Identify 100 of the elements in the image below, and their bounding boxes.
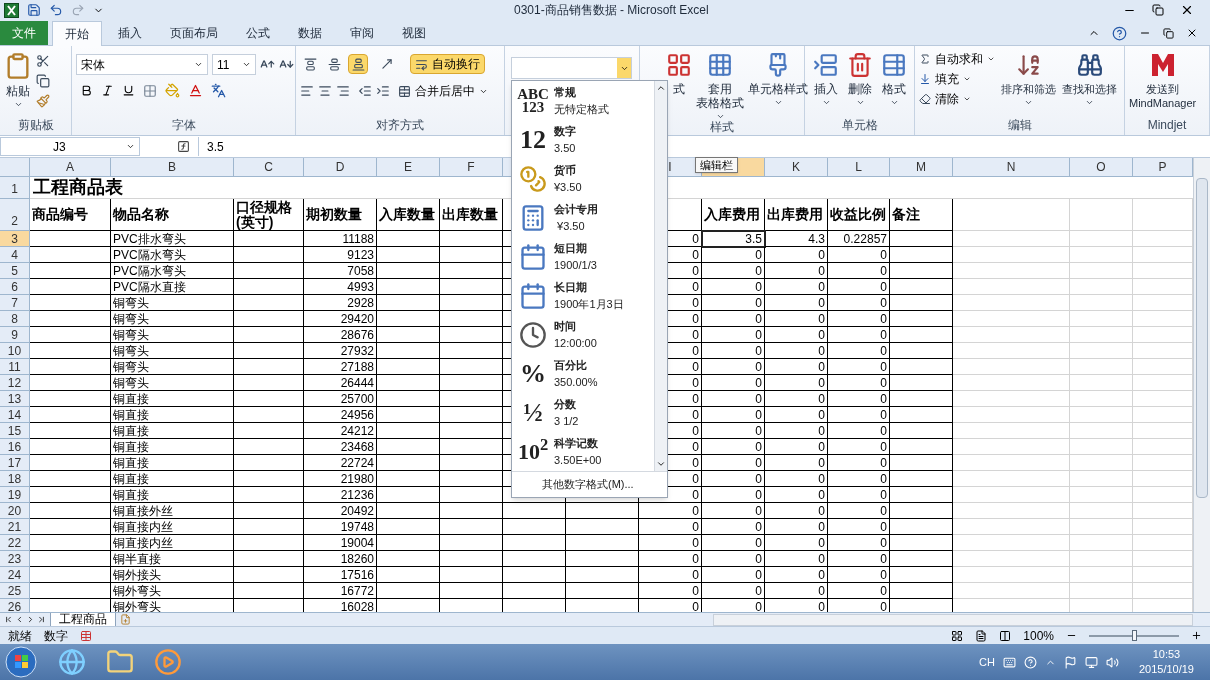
table-cell: 0 (639, 519, 702, 535)
table-cell: 28676 (304, 327, 377, 343)
table-cell: 铜弯头 (111, 327, 234, 343)
table-cell: 17516 (304, 567, 377, 583)
table-cell: 0 (702, 519, 765, 535)
table-cell: 铜弯头 (111, 359, 234, 375)
table-cell: 铜直接 (111, 471, 234, 487)
table-cell: PVC隔水直接 (111, 279, 234, 295)
header-cell: 出库费用 (765, 199, 828, 231)
table-cell: 铜直接内丝 (111, 519, 234, 535)
table-cell: 0 (765, 247, 828, 263)
format-sample: 1900年1月3日 (554, 296, 624, 312)
table-cell: 0 (828, 327, 890, 343)
table-cell: 铜直接 (111, 391, 234, 407)
table-cell: 0 (702, 423, 765, 439)
table-cell: 铜直接 (111, 407, 234, 423)
table-cell: 铜半直接 (111, 551, 234, 567)
table-cell: 铜弯头 (111, 311, 234, 327)
group-label: 剪贴板 (17, 119, 54, 131)
group-label: Mindjet (1147, 119, 1187, 131)
table-cell: 16772 (304, 583, 377, 599)
table-cell: 0 (702, 487, 765, 503)
table-cell: 21980 (304, 471, 377, 487)
format-name: 长日期 (554, 279, 588, 295)
group-label: 字体 (171, 119, 196, 131)
header-cell: 商品编号 (30, 199, 111, 231)
table-cell: 0 (765, 423, 828, 439)
table-cell: 0 (702, 375, 765, 391)
table-cell: 0 (828, 535, 890, 551)
table-cell: 0 (702, 535, 765, 551)
table-cell: 23468 (304, 439, 377, 455)
table-cell: 0 (765, 471, 828, 487)
table-cell: 19004 (304, 535, 377, 551)
format-sample: ¥3.50 (554, 179, 582, 195)
table-cell: 0 (765, 551, 828, 567)
format-sample: 无特定格式 (554, 101, 609, 117)
table-cell: 24956 (304, 407, 377, 423)
table-cell: 0 (702, 583, 765, 599)
format-glyph: ½ (523, 399, 543, 426)
format-name: 短日期 (554, 240, 588, 256)
format-sample: 3.50E+00 (554, 452, 602, 468)
table-cell: 11188 (304, 231, 377, 247)
header-cell: 入库费用 (702, 199, 765, 231)
format-glyph: ABC 123 (517, 87, 549, 114)
table-cell: 19748 (304, 519, 377, 535)
table-cell: 0 (765, 327, 828, 343)
table-cell: 0 (765, 503, 828, 519)
table-cell: 0 (702, 279, 765, 295)
group-label: 样式 (710, 121, 734, 133)
table-cell: PVC隔水弯头 (111, 263, 234, 279)
table-cell: 0 (828, 343, 890, 359)
table-cell: 铜直接内丝 (111, 535, 234, 551)
table-cell: 7058 (304, 263, 377, 279)
table-cell: 2928 (304, 295, 377, 311)
status-mode: 就绪 (8, 627, 32, 645)
table-cell: 0 (702, 567, 765, 583)
table-cell: 0 (639, 551, 702, 567)
table-cell: 0 (828, 295, 890, 311)
table-cell: 0 (702, 407, 765, 423)
table-cell: 0 (828, 487, 890, 503)
table-cell: 0 (765, 391, 828, 407)
table-cell: 0 (765, 519, 828, 535)
table-cell: 0 (765, 263, 828, 279)
table-cell: 0 (828, 551, 890, 567)
table-cell: 0 (765, 535, 828, 551)
table-cell: 0 (639, 583, 702, 599)
format-sample: ¥3.50 (556, 218, 586, 234)
format-sample: 1900/1/3 (554, 257, 597, 273)
table-cell: 铜直接 (111, 455, 234, 471)
table-cell: 0 (765, 279, 828, 295)
table-cell: 0 (828, 263, 890, 279)
format-name: 常规 (554, 84, 577, 100)
table-cell: 铜弯头 (111, 343, 234, 359)
status-indicator: 数字 (44, 627, 68, 645)
format-sample: 12:00:00 (554, 335, 597, 351)
table-cell: 0 (828, 279, 890, 295)
header-cell: 口径规格(英寸) (234, 199, 304, 231)
format-glyph: 10$^{2}$ (517, 440, 549, 463)
table-cell: 铜直接 (111, 439, 234, 455)
table-cell: 0 (765, 455, 828, 471)
table-cell: 0 (828, 455, 890, 471)
table-cell: 铜直接 (111, 423, 234, 439)
table-cell: 0 (702, 455, 765, 471)
table-cell: 29420 (304, 311, 377, 327)
format-name: 货币 (554, 162, 577, 178)
table-cell: 铜直接外丝 (111, 503, 234, 519)
table-cell: 0 (765, 439, 828, 455)
group-label: 编辑 (1007, 119, 1032, 131)
table-cell: 0 (639, 535, 702, 551)
table-cell: 0 (702, 247, 765, 263)
format-name: 科学记数 (554, 435, 599, 451)
table-cell: 铜外弯头 (111, 583, 234, 599)
table-cell: 27188 (304, 359, 377, 375)
table-cell: 0 (702, 503, 765, 519)
table-cell: 18260 (304, 551, 377, 567)
table-cell: 0 (828, 375, 890, 391)
table-cell: 0 (828, 471, 890, 487)
table-cell: 27932 (304, 343, 377, 359)
table-cell: 0 (828, 423, 890, 439)
table-cell: 0 (828, 567, 890, 583)
